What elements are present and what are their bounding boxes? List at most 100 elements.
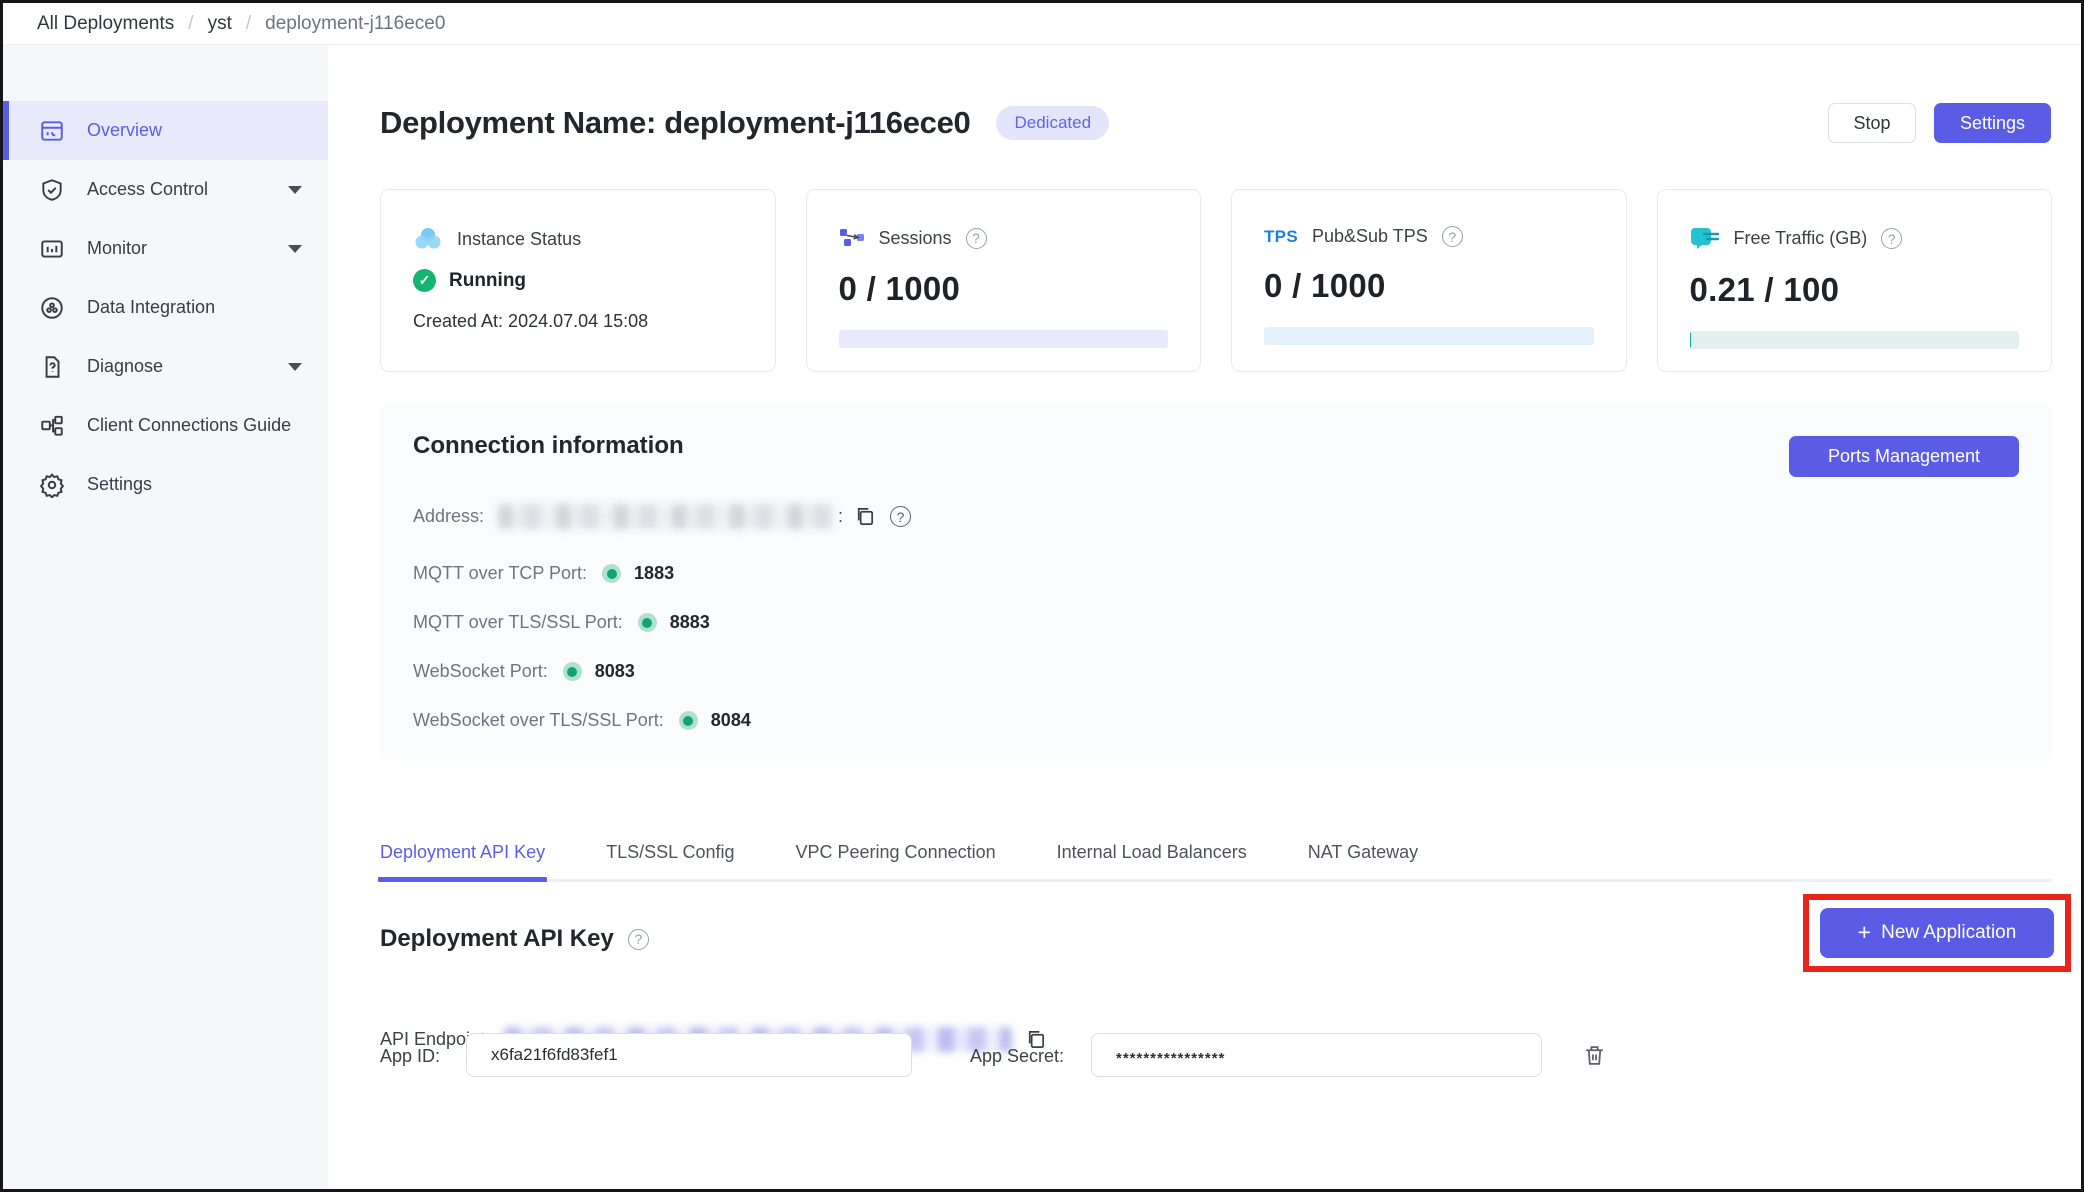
running-check-icon: ✓ — [413, 269, 436, 292]
pubsub-tps-card: TPS Pub&Sub TPS ? 0 / 1000 — [1231, 189, 1627, 372]
port-row: MQTT over TLS/SSL Port: 8883 — [413, 612, 710, 633]
created-at: Created At: 2024.07.04 15:08 — [413, 311, 743, 332]
monitor-chart-icon — [39, 236, 65, 262]
main-content: Deployment Name: deployment-j116ece0 Ded… — [328, 45, 2081, 1189]
cloud-instance-icon — [413, 226, 443, 252]
help-icon[interactable]: ? — [628, 929, 649, 950]
sidebar-item-data-integration[interactable]: Data Integration — [3, 278, 328, 337]
chevron-down-icon — [288, 245, 302, 253]
help-icon[interactable]: ? — [966, 228, 987, 249]
address-label: Address: — [413, 506, 484, 527]
plus-icon: + — [1858, 919, 1871, 946]
stop-button[interactable]: Stop — [1828, 103, 1916, 143]
traffic-bubble-icon — [1690, 226, 1720, 251]
app-id-value: x6fa21f6fd83fef1 — [491, 1045, 618, 1065]
help-icon[interactable]: ? — [890, 506, 911, 527]
port-label: MQTT over TLS/SSL Port: — [413, 612, 623, 633]
sidebar-item-settings[interactable]: Settings — [3, 455, 328, 514]
breadcrumb-separator: / — [246, 13, 251, 35]
sidebar-item-overview[interactable]: Overview — [3, 101, 328, 160]
port-label: MQTT over TCP Port: — [413, 563, 587, 584]
app-id-label: App ID: — [380, 1046, 440, 1067]
tab-nat-gateway[interactable]: NAT Gateway — [1308, 825, 1418, 879]
port-label: WebSocket Port: — [413, 661, 548, 682]
deployment-api-key-title: Deployment API Key — [380, 925, 614, 953]
chevron-down-icon — [288, 363, 302, 371]
breadcrumb-yst[interactable]: yst — [208, 13, 232, 35]
traffic-value: 0.21 / 100 — [1690, 271, 2020, 309]
sidebar-item-access-control[interactable]: Access Control — [3, 160, 328, 219]
trash-icon[interactable] — [1582, 1043, 1607, 1068]
dashboard-icon — [39, 118, 65, 144]
help-icon[interactable]: ? — [1881, 228, 1902, 249]
sessions-card: Sessions ? 0 / 1000 — [806, 189, 1202, 372]
breadcrumb-all-deployments[interactable]: All Deployments — [37, 13, 174, 35]
port-value: 1883 — [634, 563, 674, 584]
tab-bar: Deployment API Key TLS/SSL Config VPC Pe… — [380, 825, 2052, 882]
chevron-down-icon — [288, 186, 302, 194]
shield-check-icon — [39, 177, 65, 203]
breadcrumb-current-deployment: deployment-j116ece0 — [265, 13, 445, 35]
help-icon[interactable]: ? — [1442, 226, 1463, 247]
settings-button[interactable]: Settings — [1934, 103, 2051, 143]
connection-information-title: Connection information — [413, 432, 684, 460]
tab-tls-ssl-config[interactable]: TLS/SSL Config — [606, 825, 734, 879]
port-status-dot — [638, 613, 657, 632]
port-status-dot — [679, 711, 698, 730]
connection-information-card: Connection information Ports Management … — [380, 404, 2052, 760]
page-title: Deployment Name: deployment-j116ece0 — [380, 105, 970, 141]
ports-management-button[interactable]: Ports Management — [1789, 436, 2019, 477]
sidebar-item-label: Client Connections Guide — [87, 415, 302, 436]
app-window: All Deployments / yst / deployment-j116e… — [0, 0, 2084, 1192]
dedicated-badge: Dedicated — [996, 106, 1109, 140]
sidebar-item-label: Diagnose — [87, 356, 288, 377]
diagnose-document-icon — [39, 354, 65, 380]
port-value: 8883 — [670, 612, 710, 633]
port-row: MQTT over TCP Port: 1883 — [413, 563, 674, 584]
port-row: WebSocket over TLS/SSL Port: 8084 — [413, 710, 751, 731]
connections-guide-icon — [39, 413, 65, 439]
sidebar-item-monitor[interactable]: Monitor — [3, 219, 328, 278]
address-value-redacted — [498, 504, 835, 529]
port-value: 8083 — [595, 661, 635, 682]
stat-cards: Instance Status ✓ Running Created At: 20… — [380, 189, 2052, 372]
sidebar-item-label: Overview — [87, 120, 302, 141]
sessions-value: 0 / 1000 — [839, 270, 1169, 308]
breadcrumb: All Deployments / yst / deployment-j116e… — [3, 3, 2081, 45]
instance-status-card: Instance Status ✓ Running Created At: 20… — [380, 189, 776, 372]
new-application-button[interactable]: + New Application — [1820, 908, 2054, 958]
sessions-nodes-icon — [839, 226, 865, 250]
tab-deployment-api-key[interactable]: Deployment API Key — [380, 825, 545, 879]
sidebar-item-diagnose[interactable]: Diagnose — [3, 337, 328, 396]
app-secret-value: **************** — [1116, 1044, 1225, 1067]
port-status-dot — [602, 564, 621, 583]
sidebar-item-label: Monitor — [87, 238, 288, 259]
data-integration-icon — [39, 295, 65, 321]
breadcrumb-separator: / — [188, 13, 193, 35]
tab-internal-load-balancers[interactable]: Internal Load Balancers — [1057, 825, 1247, 879]
running-status: Running — [449, 270, 526, 292]
port-label: WebSocket over TLS/SSL Port: — [413, 710, 664, 731]
copy-icon[interactable] — [853, 505, 876, 528]
sidebar-item-label: Settings — [87, 474, 302, 495]
app-secret-input[interactable]: **************** — [1091, 1033, 1542, 1077]
highlight-red-rectangle: + New Application — [1803, 894, 2071, 972]
port-row: WebSocket Port: 8083 — [413, 661, 635, 682]
traffic-label: Free Traffic (GB) — [1734, 228, 1868, 249]
traffic-progress — [1690, 331, 2020, 349]
tps-value: 0 / 1000 — [1264, 267, 1594, 305]
sidebar-item-label: Data Integration — [87, 297, 302, 318]
tab-vpc-peering-connection[interactable]: VPC Peering Connection — [796, 825, 996, 879]
app-secret-label: App Secret: — [970, 1046, 1064, 1067]
sidebar-item-client-connections-guide[interactable]: Client Connections Guide — [3, 396, 328, 455]
tps-progress — [1264, 327, 1594, 345]
address-colon: : — [838, 506, 843, 527]
app-id-input[interactable]: x6fa21f6fd83fef1 — [466, 1033, 912, 1077]
gear-icon — [39, 472, 65, 498]
instance-status-label: Instance Status — [457, 229, 581, 250]
port-value: 8084 — [711, 710, 751, 731]
sidebar-item-label: Access Control — [87, 179, 288, 200]
address-row: Address: : ? — [413, 504, 911, 529]
free-traffic-card: Free Traffic (GB) ? 0.21 / 100 — [1657, 189, 2053, 372]
port-status-dot — [563, 662, 582, 681]
